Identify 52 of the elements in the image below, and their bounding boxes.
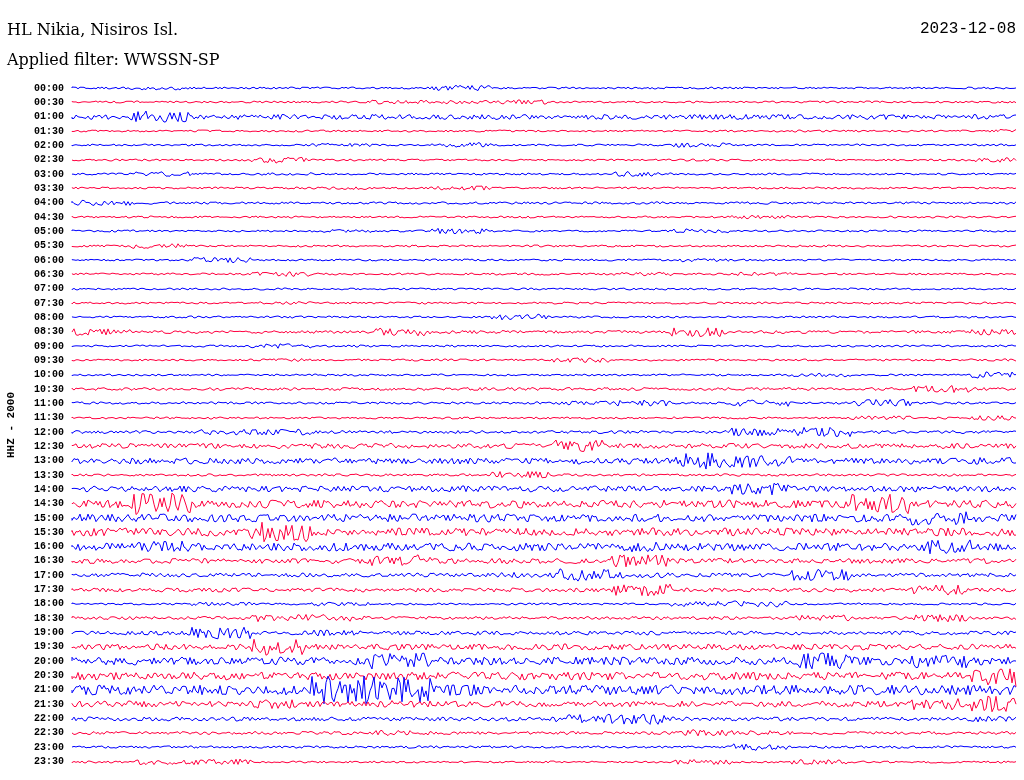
time-label: 22:00 [33,713,65,725]
time-label: 17:00 [33,569,65,581]
time-label: 00:00 [33,82,65,94]
time-label: 12:30 [33,440,65,452]
time-label: 23:30 [33,756,65,768]
time-label: 15:30 [33,526,65,538]
time-label: 19:00 [33,627,65,639]
time-label: 11:00 [33,397,65,409]
time-label: 09:30 [33,354,65,366]
time-label: 10:30 [33,383,65,395]
time-label: 06:00 [33,254,65,266]
time-label: 17:30 [33,584,65,596]
time-label: 20:30 [33,670,65,682]
time-label: 11:30 [33,412,65,424]
time-label: 03:00 [33,168,65,180]
time-label: 21:30 [33,698,65,710]
time-label: 06:30 [33,268,65,280]
time-label: 00:30 [33,97,65,108]
time-label: 07:30 [33,297,65,309]
time-label: 08:30 [33,326,65,338]
time-label: 04:30 [33,211,65,223]
time-label: 16:30 [33,555,65,567]
filter-label: Applied filter: WWSSN-SP [6,49,221,71]
time-label: 16:00 [33,541,65,553]
time-label: 21:00 [33,684,65,696]
time-label: 02:30 [33,154,65,166]
time-label: 07:00 [33,283,65,295]
time-label: 15:00 [33,512,65,524]
time-label: 01:30 [33,125,65,137]
time-label: 02:00 [33,139,65,151]
axis-label: HHZ - 2000 [5,391,17,458]
time-label: 09:00 [33,340,65,352]
date-label: 2023-12-08 [920,20,1016,40]
time-label: 22:30 [33,727,65,739]
time-label: 23:00 [33,741,65,753]
time-label: 13:30 [33,469,65,481]
time-label: 01:00 [33,111,65,123]
time-label: 20:00 [33,655,65,667]
time-label: 05:00 [33,225,65,237]
time-label: 03:30 [33,182,65,194]
time-label: 18:30 [33,612,65,624]
station-title: HL Nikia, Nisiros Isl. [7,20,179,41]
time-label: 14:30 [33,498,65,510]
time-label: 14:00 [33,483,65,495]
time-label: 04:00 [33,197,65,209]
time-label: 05:30 [33,240,65,252]
time-label: 18:00 [33,598,65,610]
time-label: 19:30 [33,641,65,653]
time-label: 10:00 [33,369,65,381]
time-label: 13:00 [33,455,65,467]
time-label: 08:00 [33,311,65,323]
time-label: 12:00 [33,426,65,438]
